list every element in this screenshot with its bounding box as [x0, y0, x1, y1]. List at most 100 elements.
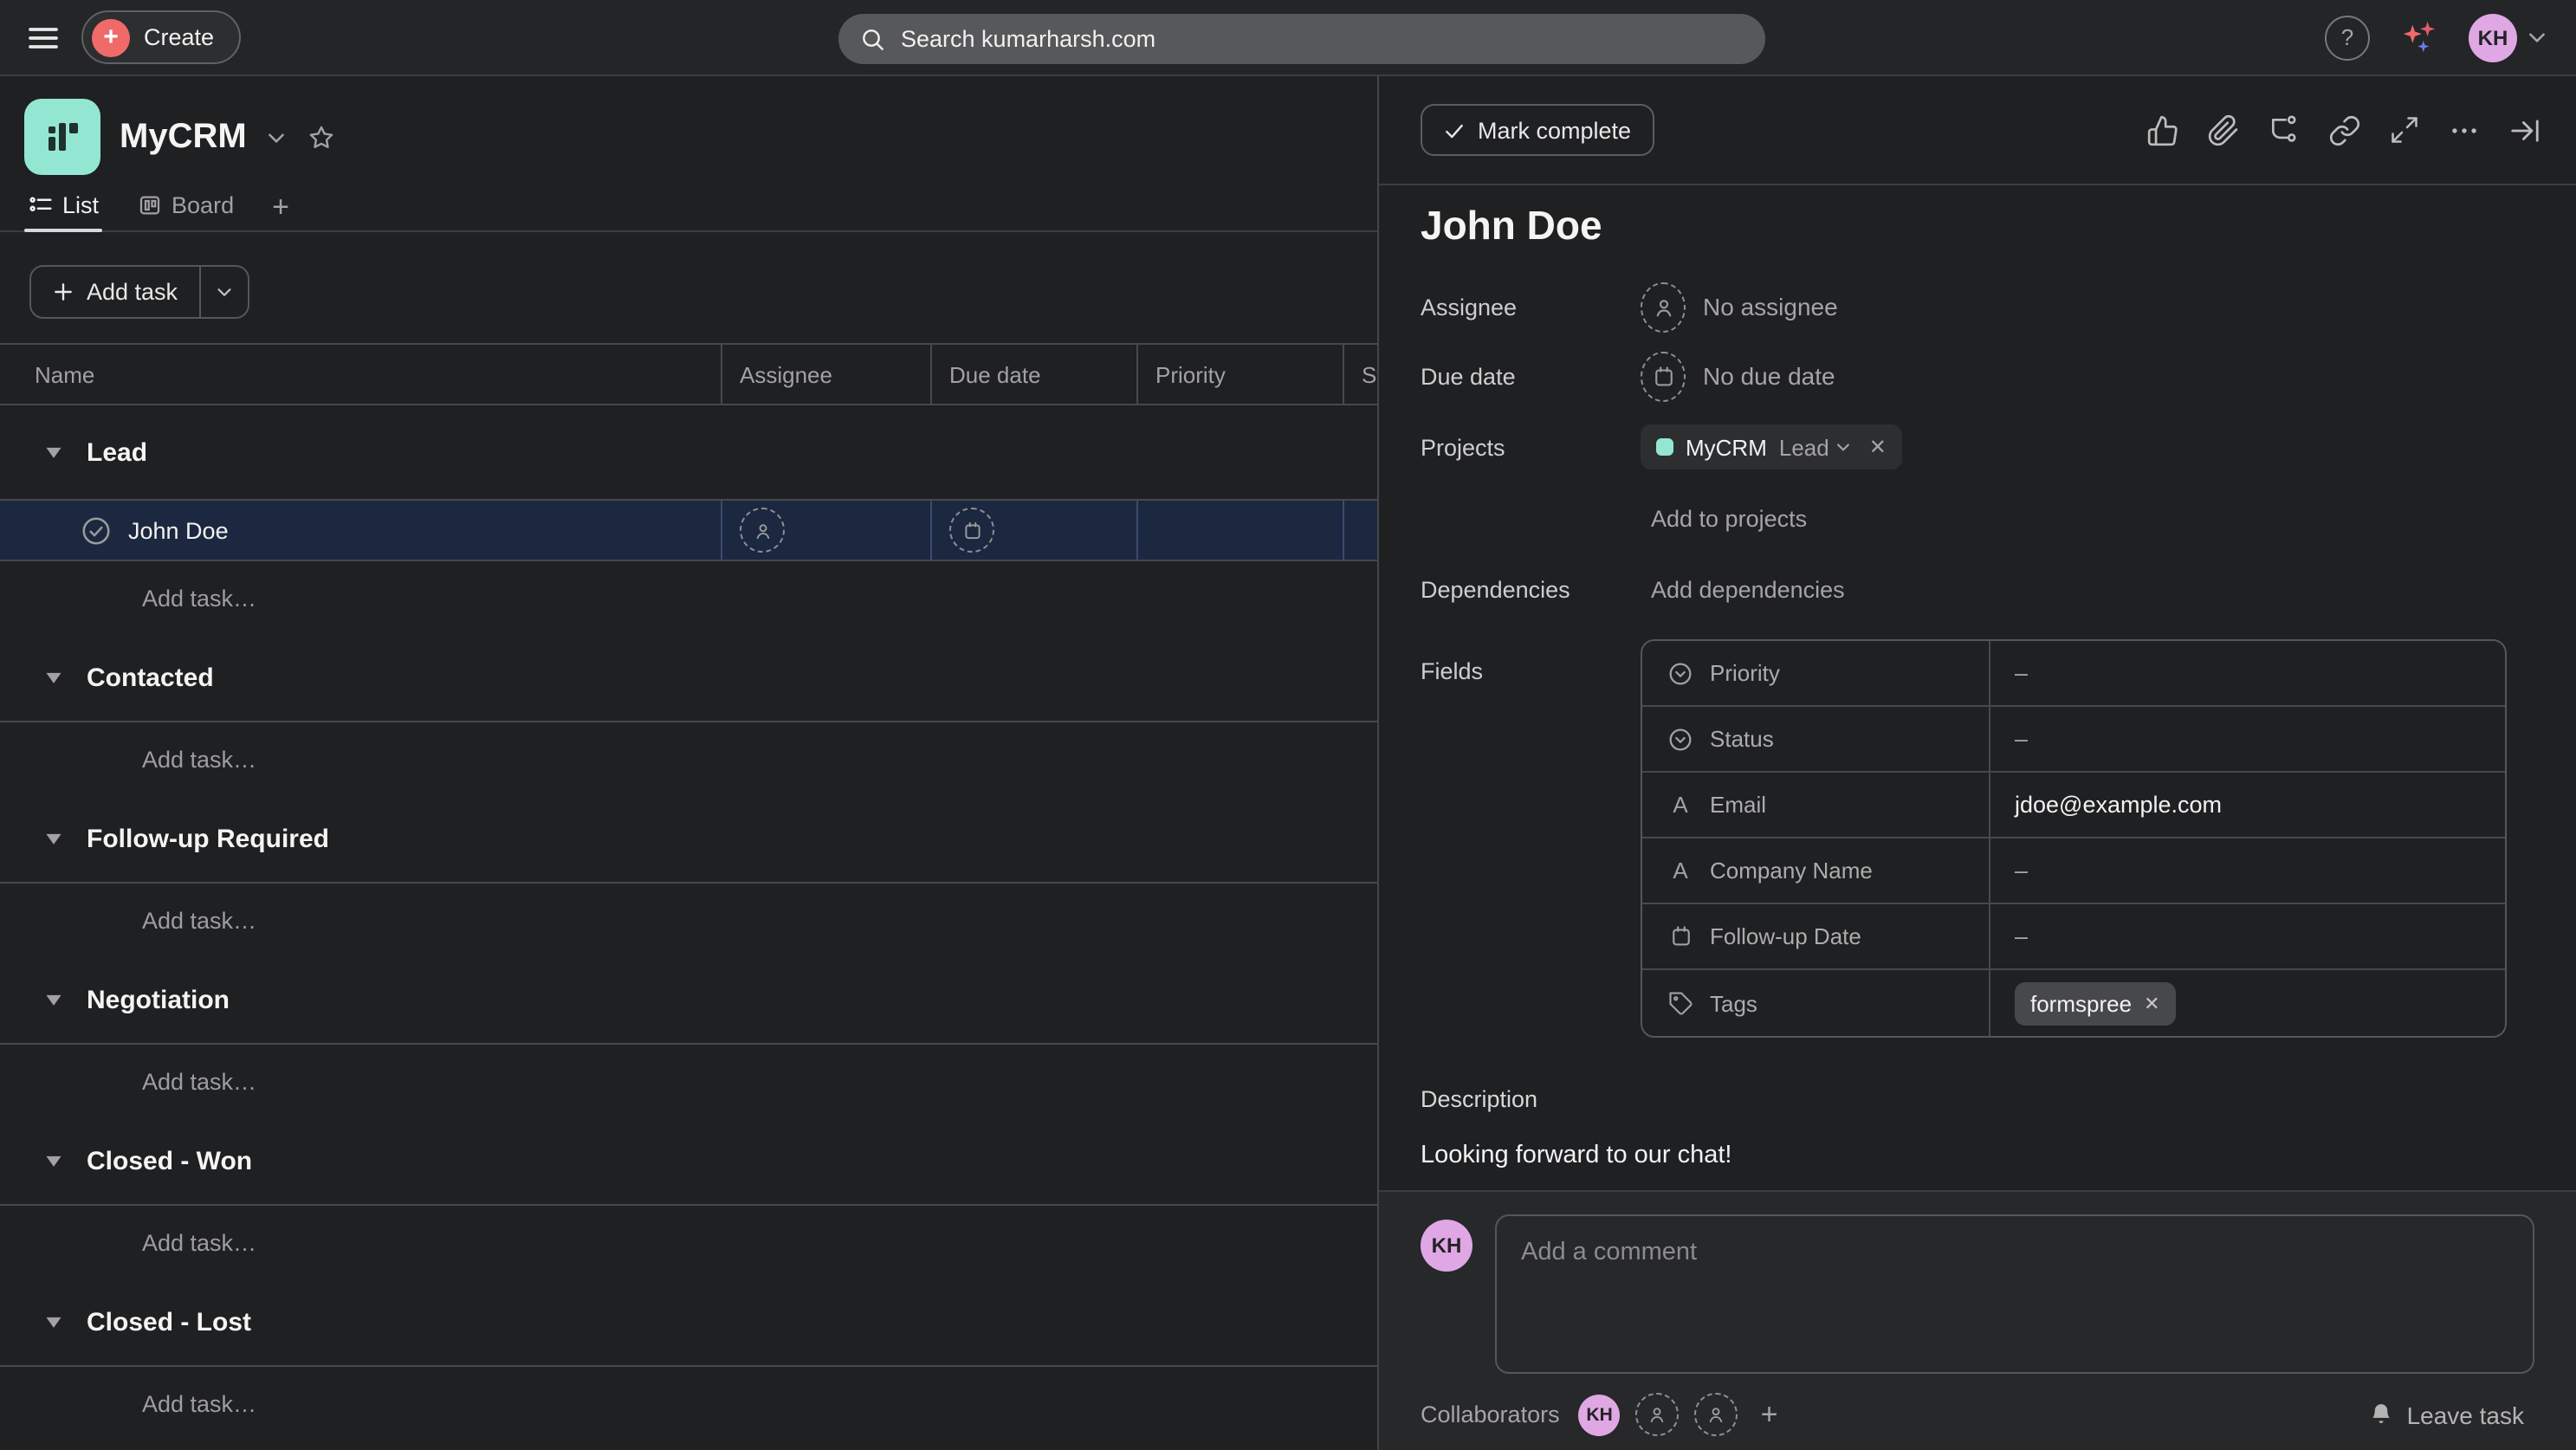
field-value[interactable]: – [1990, 641, 2505, 705]
section-collapse-icon[interactable] [43, 1150, 64, 1171]
add-task-row[interactable]: Add task… [0, 1367, 1379, 1440]
tab-list[interactable]: List [28, 192, 99, 232]
project-chip-name: MyCRM [1686, 434, 1767, 460]
column-header-priority[interactable]: Priority [1138, 345, 1344, 404]
task-row[interactable]: John Doe [0, 501, 1379, 561]
project-chip-section[interactable]: Lead [1779, 434, 1852, 460]
add-task-row[interactable]: Add task… [0, 1206, 1379, 1278]
add-to-projects-link[interactable]: Add to projects [1641, 505, 2576, 531]
due-date-row: Due date No due date [1421, 341, 2576, 411]
task-priority-cell[interactable] [1138, 501, 1344, 560]
section-collapse-icon[interactable] [43, 667, 64, 688]
task-assignee-cell[interactable] [722, 501, 932, 560]
due-date-value[interactable]: No due date [1641, 351, 2576, 401]
add-view-button[interactable]: + [272, 192, 289, 236]
remove-tag-icon[interactable]: ✕ [2144, 992, 2159, 1014]
collaborators-label: Collaborators [1421, 1401, 1560, 1427]
favorite-star-button[interactable] [307, 122, 337, 152]
task-due-date-cell[interactable] [932, 501, 1138, 560]
ellipsis-icon [2448, 113, 2481, 146]
project-menu-chevron[interactable] [266, 126, 288, 148]
section-collapse-icon[interactable] [43, 1311, 64, 1332]
field-value[interactable]: – [1990, 707, 2505, 771]
comment-placeholder: Add a comment [1521, 1239, 1697, 1266]
column-header-due-date[interactable]: Due date [932, 345, 1138, 404]
attach-button[interactable] [2207, 113, 2240, 146]
tab-board[interactable]: Board [137, 192, 234, 232]
collapse-panel-button[interactable] [2508, 113, 2541, 146]
task-detail-panel: Mark complete John Doe Assignee [1379, 76, 2576, 1450]
section-header[interactable]: Closed - Lost [0, 1278, 1379, 1367]
column-header-status[interactable]: Status [1344, 345, 1379, 404]
add-task-row[interactable]: Add task… [0, 1045, 1379, 1117]
field-name: Tags [1710, 990, 1757, 1016]
comment-input[interactable]: Add a comment [1495, 1214, 2534, 1374]
subtask-icon [2268, 113, 2301, 146]
add-task-row-label: Add task… [142, 907, 256, 933]
add-collaborator-button[interactable]: + [1754, 1400, 1778, 1429]
column-header-name[interactable]: Name [0, 345, 722, 404]
add-task-row[interactable]: Add task… [0, 884, 1379, 956]
topbar: + Create Search kumarharsh.com ? KH [0, 0, 2576, 76]
add-task-dropdown-button[interactable] [198, 267, 247, 317]
thumbs-up-icon [2146, 113, 2179, 146]
task-check-icon[interactable] [80, 514, 113, 547]
column-header-assignee[interactable]: Assignee [722, 345, 932, 404]
mark-complete-button[interactable]: Mark complete [1421, 104, 1654, 156]
task-title[interactable]: John Doe [1421, 203, 2576, 249]
create-button[interactable]: + Create [81, 10, 240, 64]
section-header[interactable]: Follow-up Required [0, 795, 1379, 884]
collaborators-row: Collaborators KH + Leave task [1421, 1393, 2534, 1436]
field-label[interactable]: Tags [1642, 970, 1990, 1036]
section-collapse-icon[interactable] [43, 442, 64, 463]
field-label[interactable]: A Company Name [1642, 838, 1990, 903]
assignee-value[interactable]: No assignee [1641, 282, 2576, 332]
copy-link-button[interactable] [2328, 113, 2361, 146]
help-button[interactable]: ? [2325, 15, 2370, 60]
section-header[interactable]: Contacted [0, 634, 1379, 722]
section-header[interactable]: Lead [0, 405, 1379, 501]
subtasks-button[interactable] [2268, 113, 2301, 146]
expand-button[interactable] [2389, 114, 2420, 146]
add-task-row[interactable]: Add task… [0, 561, 1379, 634]
add-task-row[interactable]: Add task… [0, 722, 1379, 795]
user-menu-button[interactable]: KH [2469, 13, 2548, 61]
ai-sparkles-button[interactable] [2399, 17, 2439, 57]
field-row: Status – [1642, 707, 2505, 773]
field-empty-value: – [2015, 726, 2028, 752]
task-status-cell[interactable] [1344, 501, 1379, 560]
field-value[interactable]: jdoe@example.com [1990, 773, 2505, 837]
section-collapse-icon[interactable] [43, 828, 64, 849]
field-label[interactable]: A Email [1642, 773, 1990, 837]
remove-project-icon[interactable]: ✕ [1869, 435, 1887, 459]
tag-pill[interactable]: formspree ✕ [2015, 981, 2176, 1025]
add-dependencies-link[interactable]: Add dependencies [1641, 576, 2576, 602]
leave-task-button[interactable]: Leave task [2359, 1399, 2534, 1430]
field-name: Company Name [1710, 858, 1873, 884]
field-label[interactable]: Status [1642, 707, 1990, 771]
section-header[interactable]: Negotiation [0, 956, 1379, 1045]
section-collapse-icon[interactable] [43, 989, 64, 1010]
add-task-row-label: Add task… [142, 1229, 256, 1255]
more-options-button[interactable] [2448, 113, 2481, 146]
task-actions [2146, 113, 2541, 146]
fields-label: Fields [1421, 639, 1641, 684]
section-header[interactable]: Closed - Won [0, 1117, 1379, 1206]
field-value[interactable]: – [1990, 838, 2505, 903]
field-value[interactable]: – [1990, 904, 2505, 968]
description-text[interactable]: Looking forward to our chat! [1421, 1142, 2576, 1169]
field-value[interactable]: formspree ✕ [1990, 970, 2505, 1036]
task-name: John Doe [128, 517, 229, 543]
like-button[interactable] [2146, 113, 2179, 146]
assignee-avatar-placeholder-icon [1641, 282, 1686, 332]
add-task-button[interactable]: Add task [31, 267, 198, 317]
add-task-row-label: Add task… [142, 585, 256, 611]
search-input[interactable]: Search kumarharsh.com [838, 14, 1765, 64]
fields-table: Priority – Status – A [1641, 639, 2507, 1038]
field-label[interactable]: Follow-up Date [1642, 904, 1990, 968]
field-label[interactable]: Priority [1642, 641, 1990, 705]
sidebar-toggle-button[interactable] [26, 20, 61, 55]
sparkles-icon [2399, 17, 2439, 57]
search-placeholder: Search kumarharsh.com [901, 26, 1155, 52]
project-chip[interactable]: MyCRM Lead ✕ [1641, 424, 1902, 469]
